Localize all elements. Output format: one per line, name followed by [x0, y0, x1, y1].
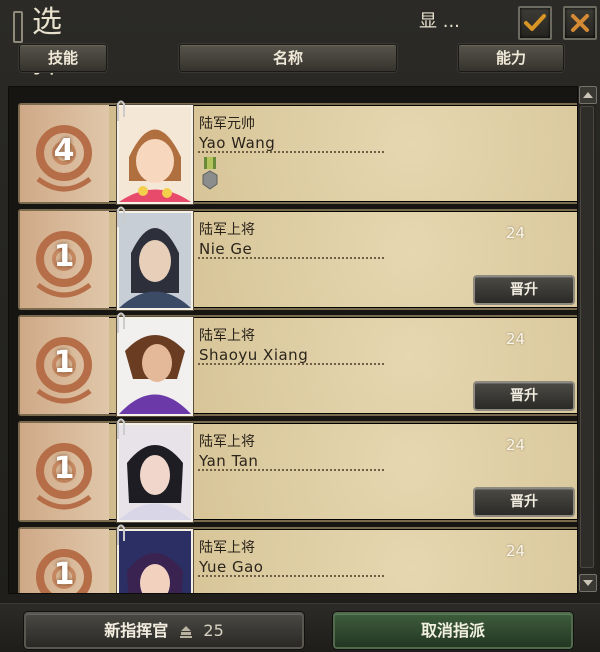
- commander-level: 1: [53, 557, 75, 592]
- close-button[interactable]: [563, 6, 597, 40]
- promote-button[interactable]: 晋升: [473, 487, 575, 517]
- commander-portrait: [117, 529, 193, 593]
- portrait-icon: [119, 425, 191, 520]
- name-divider: [198, 151, 384, 153]
- commander-rank: 陆军元帅: [199, 116, 255, 132]
- commander-list: 4 陆军元帅 Yao Wang 1 陆军上将 Nie Ge 24 晋升 1 陆军…: [8, 86, 578, 594]
- commander-name: Yao Wang: [199, 134, 276, 152]
- portrait-icon: [119, 107, 191, 202]
- commander-rank: 陆军上将: [199, 328, 255, 344]
- commander-level: 1: [53, 239, 75, 274]
- paper-clip-icon: [117, 100, 125, 121]
- commander-power: 24: [506, 542, 526, 560]
- scroll-down-icon: [583, 580, 593, 586]
- name-divider: [198, 257, 384, 259]
- portrait-icon: [119, 213, 191, 308]
- commander-level: 1: [53, 345, 75, 380]
- emblem: 1: [20, 423, 109, 520]
- scroll-up-button[interactable]: [579, 86, 597, 104]
- commander-power: 24: [506, 436, 526, 454]
- commander-rank: 陆军上将: [199, 434, 255, 450]
- new-commander-button[interactable]: 新指挥官 25: [24, 612, 304, 649]
- show-filter-label[interactable]: 显 ...: [419, 10, 460, 34]
- commander-level: 4: [53, 133, 75, 168]
- name-divider: [198, 575, 384, 577]
- list-scrollbar[interactable]: [577, 86, 597, 592]
- paper-clip-icon: [117, 206, 125, 227]
- title-bar-icon: [13, 11, 23, 43]
- commander-card[interactable]: 1 陆军上将 Yue Gao 24: [18, 524, 577, 593]
- medal-icon: [202, 157, 218, 190]
- name-divider: [198, 469, 384, 471]
- confirm-button[interactable]: [518, 6, 552, 40]
- name-divider: [198, 363, 384, 365]
- paper-clip-icon: [117, 312, 125, 333]
- commander-card[interactable]: 1 陆军上将 Nie Ge 24 晋升: [18, 206, 577, 310]
- paper-clip-icon: [117, 418, 125, 439]
- commander-portrait: [117, 211, 193, 310]
- commander-power: 24: [506, 224, 526, 242]
- commander-portrait: [117, 317, 193, 416]
- scroll-thumb[interactable]: [580, 106, 594, 568]
- scroll-up-icon: [583, 92, 593, 98]
- header-skill[interactable]: 技能: [19, 44, 107, 72]
- commander-portrait: [117, 423, 193, 522]
- portrait-icon: [119, 531, 191, 593]
- coin-icon: [179, 625, 192, 638]
- paper-clip-icon: [117, 524, 125, 545]
- commander-name: Nie Ge: [199, 240, 253, 258]
- emblem: 1: [20, 211, 109, 308]
- emblem: 1: [20, 529, 109, 593]
- commander-card[interactable]: 4 陆军元帅 Yao Wang: [18, 100, 577, 204]
- cancel-assign-button[interactable]: 取消指派: [333, 612, 573, 649]
- commander-power: 24: [506, 330, 526, 348]
- confirm-check-icon: [524, 14, 546, 31]
- commander-select-window: 选择一名指挥官 显 ... 技能 名称 能力 4: [0, 0, 600, 652]
- header-ability[interactable]: 能力: [458, 44, 564, 72]
- new-commander-cost: 25: [203, 621, 224, 640]
- header-name[interactable]: 名称: [179, 44, 397, 72]
- commander-name: Yue Gao: [199, 558, 264, 576]
- commander-card[interactable]: 1 陆军上将 Shaoyu Xiang 24 晋升: [18, 312, 577, 416]
- promote-button[interactable]: 晋升: [473, 275, 575, 305]
- commander-portrait: [117, 105, 193, 204]
- promote-button[interactable]: 晋升: [473, 381, 575, 411]
- close-x-icon: [571, 14, 589, 32]
- commander-name: Shaoyu Xiang: [199, 346, 309, 364]
- commander-level: 1: [53, 451, 75, 486]
- emblem: 4: [20, 105, 109, 202]
- emblem: 1: [20, 317, 109, 414]
- commander-rank: 陆军上将: [199, 222, 255, 238]
- portrait-icon: [119, 319, 191, 414]
- new-commander-label: 新指挥官: [104, 621, 169, 640]
- scroll-down-button[interactable]: [579, 574, 597, 592]
- commander-rank: 陆军上将: [199, 540, 255, 556]
- commander-card[interactable]: 1 陆军上将 Yan Tan 24 晋升: [18, 418, 577, 522]
- commander-name: Yan Tan: [199, 452, 259, 470]
